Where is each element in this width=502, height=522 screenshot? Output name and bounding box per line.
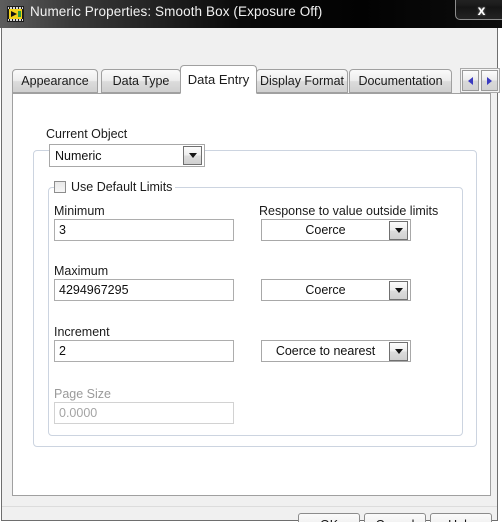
minimum-input[interactable]: 3 (54, 219, 234, 241)
tab-strip: Appearance Data Type Data Entry Display … (12, 65, 500, 94)
ok-button[interactable]: OK (298, 513, 360, 522)
current-object-value: Numeric (55, 148, 102, 163)
chevron-down-icon[interactable] (389, 280, 408, 300)
screen: Appearance Data Type Data Entry Display … (0, 0, 502, 522)
tab-label: Documentation (358, 74, 443, 88)
close-icon: x (477, 2, 486, 18)
checkbox-box[interactable] (54, 181, 66, 193)
chevron-down-icon[interactable] (389, 341, 408, 361)
maximum-response-value: Coerce (305, 283, 346, 297)
tab-display-format[interactable]: Display Format (256, 69, 348, 93)
close-button[interactable]: x (455, 0, 502, 20)
page-size-label: Page Size (54, 387, 111, 401)
current-object-label: Current Object (46, 127, 128, 141)
tab-label: Display Format (259, 74, 345, 88)
tab-label: Appearance (21, 74, 89, 88)
response-to-value-outside-limits-label: Response to value outside limits (259, 204, 439, 218)
maximum-response-combobox[interactable]: Coerce (261, 279, 411, 301)
maximum-value: 4294967295 (59, 283, 129, 297)
tab-scroll-buttons (460, 68, 500, 93)
increment-input[interactable]: 2 (54, 340, 234, 362)
maximum-label: Maximum (54, 264, 109, 278)
increment-response-value: Coerce to nearest (275, 344, 376, 358)
use-default-limits-checkbox[interactable]: Use Default Limits (54, 180, 176, 194)
chevron-down-icon[interactable] (389, 220, 408, 240)
window-titlebar[interactable]: Numeric Properties: Smooth Box (Exposure… (0, 0, 502, 28)
tab-label: Data Entry (187, 72, 250, 87)
tab-scroll-right-button[interactable] (481, 70, 498, 91)
tab-documentation[interactable]: Documentation (349, 69, 452, 93)
triangle-left-icon (468, 76, 473, 85)
labview-numeric-icon (7, 6, 24, 22)
minimum-label: Minimum (54, 204, 105, 218)
tab-data-entry[interactable]: Data Entry (180, 65, 257, 94)
tab-scroll-left-button[interactable] (462, 70, 479, 91)
minimum-response-value: Coerce (305, 223, 346, 237)
cancel-button[interactable]: Cancel (364, 513, 426, 522)
cancel-label: Cancel (376, 518, 415, 522)
tab-data-type[interactable]: Data Type (101, 69, 181, 93)
minimum-value: 3 (59, 223, 66, 237)
help-label: Help (448, 518, 474, 522)
numeric-properties-dialog: Appearance Data Type Data Entry Display … (1, 28, 500, 522)
increment-response-combobox[interactable]: Coerce to nearest (261, 340, 411, 362)
increment-value: 2 (59, 344, 66, 358)
tab-label: Data Type (112, 74, 170, 88)
tab-appearance[interactable]: Appearance (12, 69, 98, 93)
window-title: Numeric Properties: Smooth Box (Exposure… (30, 4, 323, 19)
help-button[interactable]: Help (430, 513, 492, 522)
tab-panel-data-entry: Current Object Numeric Use Default Limit… (12, 93, 491, 496)
maximum-input[interactable]: 4294967295 (54, 279, 234, 301)
ok-label: OK (320, 518, 338, 522)
use-default-limits-label: Use Default Limits (71, 180, 173, 194)
footer-divider (2, 506, 497, 507)
increment-label: Increment (54, 325, 110, 339)
minimum-response-combobox[interactable]: Coerce (261, 219, 411, 241)
page-size-input: 0.0000 (54, 402, 234, 424)
current-object-combobox[interactable]: Numeric (49, 144, 205, 167)
page-size-value: 0.0000 (59, 406, 98, 420)
chevron-down-icon[interactable] (183, 146, 202, 165)
triangle-right-icon (487, 76, 492, 85)
